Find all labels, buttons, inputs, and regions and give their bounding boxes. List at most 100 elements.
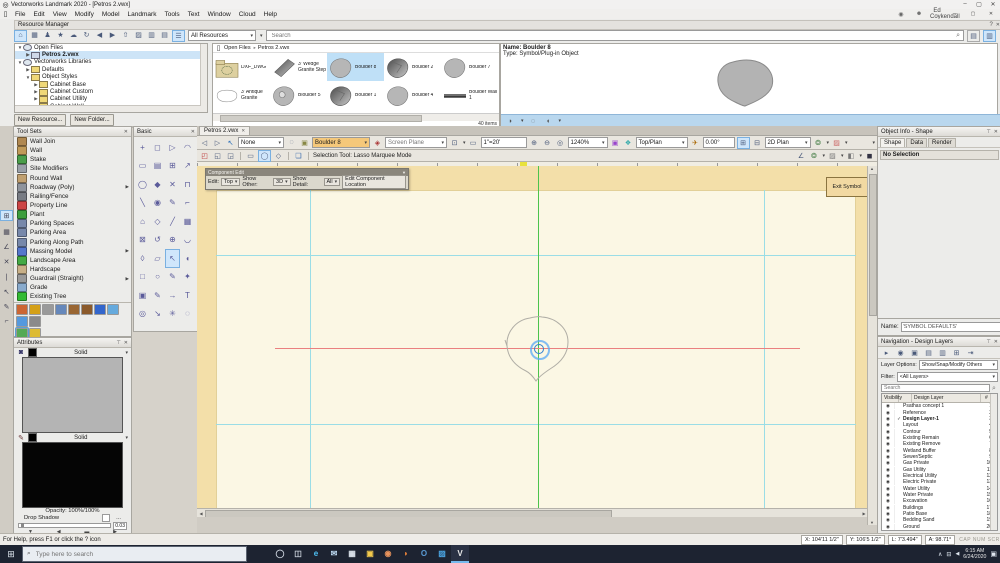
- tree-item[interactable]: ▶ Cabinet Utility: [15, 96, 207, 103]
- maximize-button[interactable]: ▢: [972, 1, 986, 8]
- close-icon[interactable]: ✕: [994, 129, 998, 135]
- preview-render-icon[interactable]: ◌: [528, 116, 539, 126]
- toolset-category-icon[interactable]: [55, 304, 67, 315]
- basic-tool-icon[interactable]: ◯: [135, 175, 150, 194]
- scroll-left-icon[interactable]: ◀: [197, 511, 205, 516]
- canvas-vscrollbar[interactable]: ▲ ▼: [867, 166, 877, 525]
- basic-tool-icon[interactable]: ⊕: [165, 231, 180, 250]
- toolset-category-icon[interactable]: [107, 304, 119, 315]
- object-info-tab[interactable]: Shape: [880, 138, 905, 147]
- active-layer-dropdown[interactable]: Boulder 8 ▾: [312, 137, 370, 148]
- rm-toolbar-icon[interactable]: ▦: [29, 30, 40, 40]
- basic-tool-icon[interactable]: ○: [150, 268, 165, 287]
- basic-tool-icon[interactable]: ↗: [180, 157, 195, 176]
- basic-tool-icon[interactable]: ╱: [165, 212, 180, 231]
- tool-set-item[interactable]: Round Wall: [14, 174, 131, 183]
- resource-item[interactable]: DXF_DWG: [213, 53, 270, 81]
- layer-scale-field[interactable]: 1"=20': [481, 137, 527, 148]
- scroll-down-icon[interactable]: ▼: [868, 520, 876, 525]
- resource-item[interactable]: 3' Wedge Granite Step: [270, 53, 327, 81]
- line-weight-slider[interactable]: [18, 523, 111, 528]
- taskbar-app-icon[interactable]: ▦: [343, 545, 361, 561]
- chevron-down-icon[interactable]: ▾: [841, 153, 844, 159]
- active-class-icon[interactable]: ↖: [225, 138, 236, 148]
- active-class-dropdown[interactable]: None ▾: [238, 137, 284, 148]
- layer-search-input[interactable]: [881, 384, 990, 392]
- shadow-options-icon[interactable]: ◧: [845, 151, 856, 161]
- layer-visibility-icon[interactable]: ◉: [882, 410, 895, 416]
- zoom-in-icon[interactable]: ⊕: [529, 138, 540, 148]
- basic-tool-icon[interactable]: ◌: [180, 305, 195, 324]
- layer-visibility-icon[interactable]: ◉: [882, 479, 895, 485]
- basic-tool-icon[interactable]: ✕: [165, 175, 180, 194]
- start-button[interactable]: ⊞: [0, 549, 22, 560]
- tree-item[interactable]: ▶ Cabinet Custom: [15, 88, 207, 95]
- menu-item[interactable]: Landmark: [124, 11, 161, 18]
- layer-visibility-icon[interactable]: ◉: [882, 416, 895, 422]
- taskbar-app-icon[interactable]: ◗: [397, 545, 415, 561]
- close-icon[interactable]: ✕: [994, 339, 998, 345]
- scroll-up-icon[interactable]: ▲: [868, 166, 876, 171]
- resource-item[interactable]: Boulder 7: [441, 53, 498, 81]
- tree-item[interactable]: ▼ Vectorworks Libraries: [15, 59, 207, 66]
- tool-set-item[interactable]: Parking Along Path: [14, 238, 131, 247]
- layer-visibility-icon[interactable]: ◉: [882, 435, 895, 441]
- toolset-category-icon[interactable]: [16, 316, 28, 327]
- layer-visibility-icon[interactable]: ◉: [882, 511, 895, 517]
- layer-visibility-icon[interactable]: ◉: [882, 473, 895, 479]
- volume-icon[interactable]: ◀: [955, 551, 959, 557]
- fill-style-value[interactable]: Solid: [40, 350, 121, 356]
- fit-objects-icon[interactable]: ▣: [610, 138, 621, 148]
- tree-item[interactable]: ▼ Open Files: [15, 44, 207, 51]
- menu-item[interactable]: Cloud: [235, 11, 260, 18]
- tool-set-item[interactable]: Massing Model ▶: [14, 247, 131, 256]
- taskbar-app-icon[interactable]: O: [415, 545, 433, 561]
- menu-item[interactable]: Window: [204, 11, 235, 18]
- basic-tool-icon[interactable]: ◻: [150, 138, 165, 157]
- basic-tool-icon[interactable]: ⊓: [180, 175, 195, 194]
- layer-visibility-icon[interactable]: ◉: [882, 454, 895, 460]
- object-info-tab[interactable]: Render: [928, 138, 956, 147]
- chevron-down-icon[interactable]: ▾: [845, 140, 848, 146]
- protractor-icon[interactable]: ∠: [795, 151, 806, 161]
- object-info-title[interactable]: Object Info - Shape ⊤ ✕: [878, 127, 1000, 137]
- mdi-minimize-button[interactable]: –: [948, 11, 962, 17]
- toolset-category-icon[interactable]: [29, 316, 41, 327]
- rm-toolbar-icon[interactable]: ☰: [172, 30, 185, 42]
- menu-item[interactable]: File: [11, 11, 29, 18]
- layer-scale-icon[interactable]: ▭: [468, 138, 479, 148]
- basic-tool-icon[interactable]: ▤: [150, 157, 165, 176]
- rm-toolbar-icon[interactable]: ☁: [68, 30, 79, 40]
- preview-symbol-icon[interactable]: ◗: [505, 116, 516, 126]
- tool-set-item[interactable]: Roadway (Poly) ▶: [14, 183, 131, 192]
- layer-visibility-icon[interactable]: ◉: [882, 498, 895, 504]
- drawing-canvas[interactable]: Component Edit ▼ Edit: Top ▾ Show Other:…: [197, 166, 868, 517]
- design-layer-row[interactable]: ◉ ✓ Design Layer-1 3: [882, 416, 997, 422]
- docked-hook-icon[interactable]: ⌐: [1, 317, 12, 326]
- menu-item[interactable]: Model: [98, 11, 124, 18]
- tool-set-item[interactable]: Property Line: [14, 201, 131, 210]
- basic-palette-title[interactable]: Basic ✕: [134, 127, 198, 137]
- rm-filter-dropdown[interactable]: All Resources ▾: [188, 30, 256, 41]
- tree-item[interactable]: ▶ Cabinet Base: [15, 81, 207, 88]
- rm-pane-toggle-preview-icon[interactable]: ▥: [983, 30, 996, 42]
- rm-toolbar-icon[interactable]: ▶: [107, 30, 118, 40]
- docked-bar-icon[interactable]: ❘: [1, 272, 12, 281]
- chevron-down-icon[interactable]: ▾: [125, 350, 128, 356]
- rm-toolbar-icon[interactable]: ▥: [146, 30, 157, 40]
- docked-selection-icon[interactable]: ⊞: [0, 210, 13, 221]
- canvas-hscrollbar[interactable]: ◀ ▶: [197, 508, 868, 517]
- close-icon[interactable]: ✕: [124, 340, 128, 346]
- vscroll-thumb[interactable]: [869, 174, 877, 316]
- rm-toolbar-icon[interactable]: ◀: [94, 30, 105, 40]
- pin-icon[interactable]: ⊤: [116, 340, 120, 346]
- show-other-dropdown[interactable]: 3D ▾: [273, 178, 291, 186]
- taskbar-app-icon[interactable]: ◫: [289, 545, 307, 561]
- basic-tool-icon[interactable]: ◊: [135, 249, 150, 268]
- drop-shadow-options[interactable]: ...: [116, 515, 121, 521]
- layer-visibility-icon[interactable]: ◉: [882, 505, 895, 511]
- interactive-scaling-handles-icon[interactable]: ◱: [212, 151, 223, 161]
- taskbar-app-icon[interactable]: ▣: [361, 545, 379, 561]
- resource-item[interactable]: 3' Antique Granite: [213, 81, 270, 109]
- snap-settings-icon[interactable]: ❂: [808, 151, 819, 161]
